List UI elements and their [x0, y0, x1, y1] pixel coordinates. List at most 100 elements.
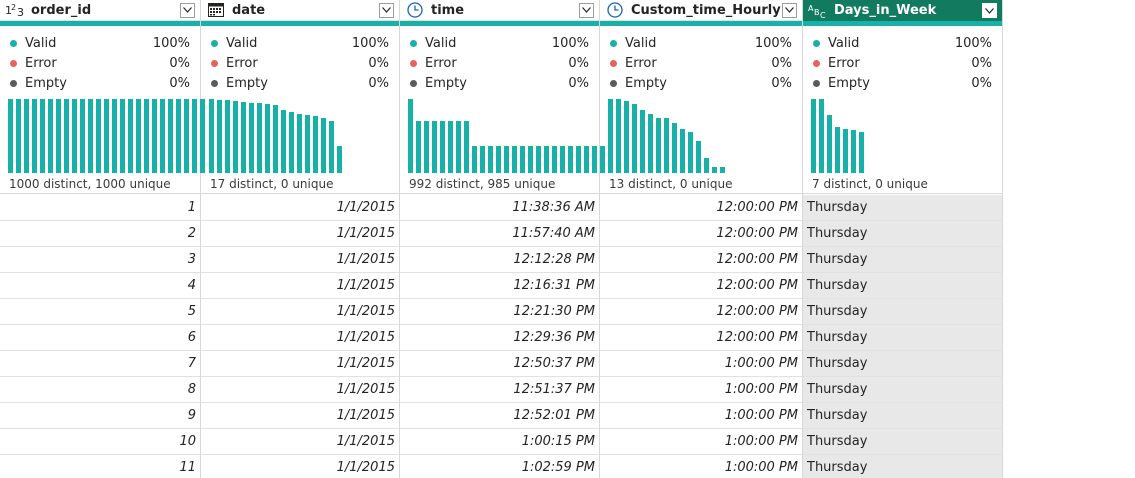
distribution-bar[interactable]	[456, 121, 461, 173]
table-cell[interactable]: Thursday	[803, 429, 1002, 455]
table-cell[interactable]: 1:00:00 PM	[600, 455, 802, 478]
distribution-bar[interactable]	[464, 121, 469, 173]
distribution-bar[interactable]	[128, 99, 133, 173]
distribution-bar[interactable]	[432, 121, 437, 173]
column-filter-dropdown-button[interactable]	[782, 2, 797, 18]
distribution-bar[interactable]	[72, 99, 77, 173]
distribution-bar[interactable]	[480, 146, 485, 173]
column-header-custom-time-hourly[interactable]: Custom_time_Hourly	[600, 0, 802, 21]
distribution-bar[interactable]	[249, 103, 254, 173]
table-cell[interactable]: Thursday	[803, 325, 1002, 351]
clock-type-icon[interactable]	[405, 0, 425, 20]
distribution-bar[interactable]	[160, 99, 165, 173]
distribution-bar[interactable]	[576, 146, 581, 173]
column-header-date[interactable]: date	[201, 0, 399, 21]
distribution-bar[interactable]	[664, 118, 669, 173]
distribution-bar[interactable]	[104, 99, 109, 173]
distribution-bar[interactable]	[424, 121, 429, 173]
distribution-bar[interactable]	[843, 129, 848, 173]
distribution-bar[interactable]	[40, 99, 45, 173]
distribution-bar[interactable]	[584, 146, 589, 173]
distribution-bar[interactable]	[144, 99, 149, 173]
distribution-bar[interactable]	[408, 99, 413, 173]
table-cell[interactable]: 1	[0, 195, 200, 221]
distribution-bar[interactable]	[488, 146, 493, 173]
table-cell[interactable]: 1:00:00 PM	[600, 377, 802, 403]
distribution-bar[interactable]	[88, 99, 93, 173]
text-type-icon[interactable]: ABC	[808, 1, 828, 21]
distribution-bar[interactable]	[96, 99, 101, 173]
column-header-days-in-week[interactable]: ABC Days_in_Week	[803, 0, 1002, 21]
distribution-bar[interactable]	[835, 127, 840, 173]
distribution-bar[interactable]	[520, 146, 525, 173]
distribution-bar[interactable]	[859, 132, 864, 173]
distribution-bar[interactable]	[209, 99, 214, 173]
column-filter-dropdown-button[interactable]	[180, 2, 195, 18]
table-cell[interactable]: 1/1/2015	[201, 195, 399, 221]
table-cell[interactable]: 12:00:00 PM	[600, 325, 802, 351]
distribution-bar[interactable]	[448, 121, 453, 173]
distribution-bar[interactable]	[592, 146, 597, 173]
table-cell[interactable]: 12:00:00 PM	[600, 299, 802, 325]
table-cell[interactable]: 12:50:37 PM	[400, 351, 599, 377]
table-cell[interactable]: 1:00:15 PM	[400, 429, 599, 455]
table-cell[interactable]: 1:00:00 PM	[600, 351, 802, 377]
table-cell[interactable]: 1/1/2015	[201, 247, 399, 273]
distribution-bar[interactable]	[176, 99, 181, 173]
table-cell[interactable]: 12:00:00 PM	[600, 221, 802, 247]
table-cell[interactable]: 12:51:37 PM	[400, 377, 599, 403]
table-cell[interactable]: 1/1/2015	[201, 351, 399, 377]
table-cell[interactable]: Thursday	[803, 403, 1002, 429]
table-cell[interactable]: 12:12:28 PM	[400, 247, 599, 273]
table-cell[interactable]: Thursday	[803, 299, 1002, 325]
column-filter-dropdown-button[interactable]	[982, 3, 997, 18]
distribution-bar[interactable]	[257, 103, 262, 173]
table-cell[interactable]: 1:00:00 PM	[600, 403, 802, 429]
distribution-bar[interactable]	[337, 146, 342, 173]
table-cell[interactable]: 11:57:40 AM	[400, 221, 599, 247]
distribution-bar[interactable]	[496, 146, 501, 173]
table-cell[interactable]: 12:16:31 PM	[400, 273, 599, 299]
distribution-bar[interactable]	[416, 121, 421, 173]
table-cell[interactable]: 4	[0, 273, 200, 299]
column-filter-dropdown-button[interactable]	[379, 2, 394, 18]
table-cell[interactable]: 1/1/2015	[201, 273, 399, 299]
table-cell[interactable]: 3	[0, 247, 200, 273]
table-cell[interactable]: 10	[0, 429, 200, 455]
table-cell[interactable]: 12:21:30 PM	[400, 299, 599, 325]
distribution-bar[interactable]	[672, 123, 677, 173]
distribution-bar[interactable]	[233, 101, 238, 173]
distribution-bar[interactable]	[16, 99, 21, 173]
distribution-bar[interactable]	[289, 112, 294, 173]
distribution-bar[interactable]	[440, 121, 445, 173]
distribution-bar[interactable]	[152, 99, 157, 173]
distribution-bar[interactable]	[811, 99, 816, 173]
distribution-bar[interactable]	[720, 167, 725, 173]
distribution-bar[interactable]	[504, 146, 509, 173]
table-cell[interactable]: Thursday	[803, 195, 1002, 221]
table-cell[interactable]: 7	[0, 351, 200, 377]
column-header-order-id[interactable]: 123 order_id	[0, 0, 200, 21]
table-cell[interactable]: 1/1/2015	[201, 299, 399, 325]
clock-type-icon[interactable]	[605, 0, 625, 20]
distribution-bar[interactable]	[184, 99, 189, 173]
table-cell[interactable]: 1/1/2015	[201, 377, 399, 403]
distribution-bar[interactable]	[225, 100, 230, 173]
table-cell[interactable]: 1/1/2015	[201, 403, 399, 429]
table-cell[interactable]: 5	[0, 299, 200, 325]
distribution-bar[interactable]	[624, 101, 629, 173]
table-cell[interactable]: Thursday	[803, 377, 1002, 403]
table-cell[interactable]: Thursday	[803, 455, 1002, 478]
table-cell[interactable]: 12:00:00 PM	[600, 247, 802, 273]
distribution-bar[interactable]	[32, 99, 37, 173]
table-cell[interactable]: Thursday	[803, 273, 1002, 299]
distribution-bar[interactable]	[560, 146, 565, 173]
distribution-bar[interactable]	[712, 167, 717, 173]
table-cell[interactable]: 2	[0, 221, 200, 247]
table-cell[interactable]: 11:38:36 AM	[400, 195, 599, 221]
number-type-icon[interactable]: 123	[5, 0, 25, 20]
distribution-bar[interactable]	[321, 118, 326, 173]
distribution-bar[interactable]	[568, 146, 573, 173]
table-cell[interactable]: 11	[0, 455, 200, 478]
table-cell[interactable]: 1/1/2015	[201, 325, 399, 351]
